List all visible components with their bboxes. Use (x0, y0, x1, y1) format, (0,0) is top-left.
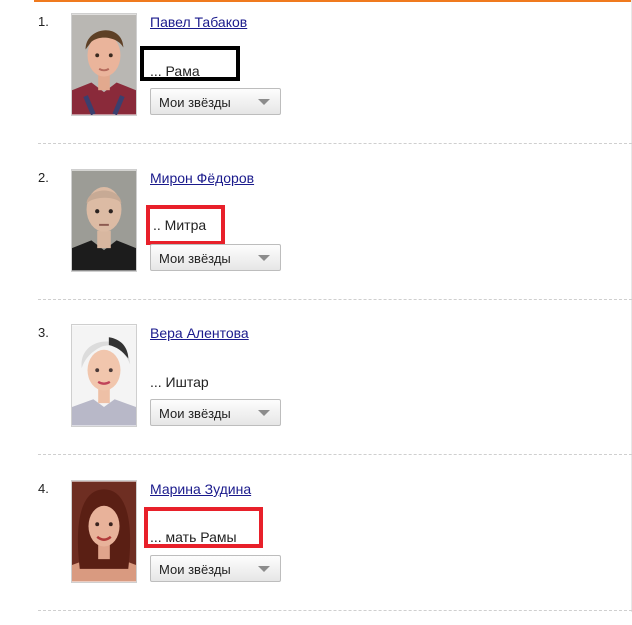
row-number: 2. (38, 170, 49, 185)
chevron-down-icon (258, 410, 270, 416)
cast-row: 4. Марина Зудина ... мать Рамы Мои звёзд… (0, 469, 632, 625)
row-number: 1. (38, 14, 49, 29)
my-stars-label: Мои звёзды (159, 562, 231, 577)
actor-photo-image (72, 481, 136, 582)
role-text: .. Митра (153, 217, 207, 233)
cast-row: 2. Мирон Фёдоров .. Митра Мои звёзды (0, 158, 632, 314)
row-divider (38, 143, 632, 144)
row-divider (38, 454, 632, 455)
actor-photo[interactable] (71, 13, 137, 116)
my-stars-label: Мои звёзды (159, 95, 231, 110)
chevron-down-icon (258, 99, 270, 105)
actor-photo-image (72, 170, 136, 271)
actor-name-link[interactable]: Марина Зудина (150, 481, 251, 497)
actor-photo[interactable] (71, 169, 137, 272)
row-number: 4. (38, 481, 49, 496)
role-text: ... Рама (150, 63, 200, 79)
actor-name-link[interactable]: Вера Алентова (150, 325, 249, 341)
actor-photo-image (72, 14, 136, 115)
actor-name-link[interactable]: Павел Табаков (150, 14, 247, 30)
actor-name-link[interactable]: Мирон Фёдоров (150, 170, 254, 186)
my-stars-label: Мои звёзды (159, 406, 231, 421)
my-stars-dropdown[interactable]: Мои звёзды (150, 555, 281, 582)
my-stars-dropdown[interactable]: Мои звёзды (150, 399, 281, 426)
actor-photo-image (72, 325, 136, 426)
cast-row: 3. Вера Алентова ... Иштар Мои звёзды (0, 313, 632, 469)
row-divider (38, 610, 632, 611)
my-stars-dropdown[interactable]: Мои звёзды (150, 88, 281, 115)
row-number: 3. (38, 325, 49, 340)
role-text: ... Иштар (150, 374, 209, 390)
my-stars-label: Мои звёзды (159, 251, 231, 266)
role-text: ... мать Рамы (150, 529, 237, 545)
chevron-down-icon (258, 255, 270, 261)
cast-row: 1. Павел Табаков ... Рама Мои звёзды (0, 2, 632, 158)
row-divider (38, 299, 632, 300)
actor-photo[interactable] (71, 480, 137, 583)
my-stars-dropdown[interactable]: Мои звёзды (150, 244, 281, 271)
actor-photo[interactable] (71, 324, 137, 427)
chevron-down-icon (258, 566, 270, 572)
